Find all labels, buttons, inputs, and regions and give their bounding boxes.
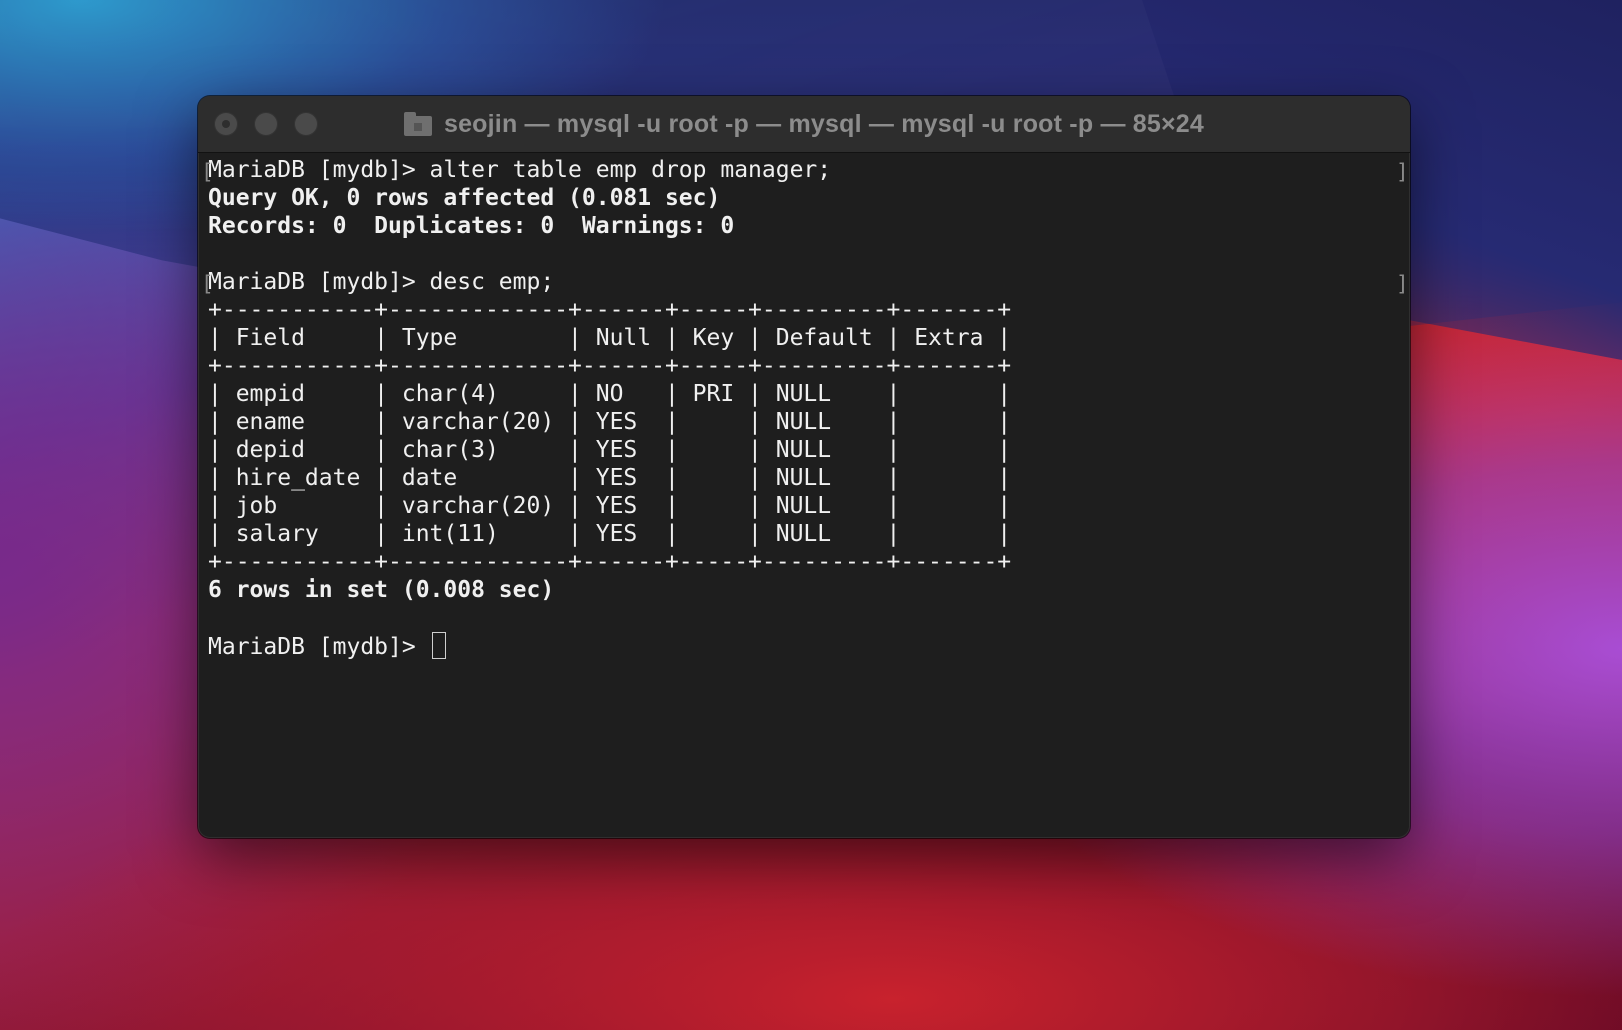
table-border-bottom: +-----------+-------------+------+-----+… xyxy=(208,549,1012,575)
table-row: | hire_date | date | YES | | NULL | | xyxy=(208,465,1012,491)
table-row: | job | varchar(20) | YES | | NULL | | xyxy=(208,493,1012,519)
table-header-row: | Field | Type | Null | Key | Default | … xyxy=(208,325,1012,351)
prompt-text: MariaDB [mydb]> xyxy=(208,634,430,660)
terminal-window[interactable]: seojin — mysql -u root -p — mysql — mysq… xyxy=(198,96,1410,838)
table-row: | ename | varchar(20) | YES | | NULL | | xyxy=(208,409,1012,435)
terminal-prompt-line[interactable]: MariaDB [mydb]> xyxy=(208,632,1410,660)
mark-right-icon: ] xyxy=(1396,272,1409,296)
terminal-line-query-ok: Query OK, 0 rows affected (0.081 sec) xyxy=(208,185,721,211)
home-folder-icon xyxy=(403,112,432,136)
table-row: | depid | char(3) | YES | | NULL | | xyxy=(208,437,1012,463)
mark-right-icon: ] xyxy=(1396,160,1409,184)
table-row: | salary | int(11) | YES | | NULL | | xyxy=(208,521,1012,547)
mark-left-icon: [ xyxy=(201,160,214,184)
terminal-content[interactable]: [MariaDB [mydb]> alter table emp drop ma… xyxy=(198,153,1410,660)
terminal-line-records: Records: 0 Duplicates: 0 Warnings: 0 xyxy=(208,213,735,239)
title-bar[interactable]: seojin — mysql -u root -p — mysql — mysq… xyxy=(198,96,1410,153)
text-cursor xyxy=(431,632,446,659)
terminal-line-command-desc: [MariaDB [mydb]> desc emp;] xyxy=(201,268,1410,296)
command-alter-text: MariaDB [mydb]> alter table emp drop man… xyxy=(208,157,832,183)
terminal-line-command-alter: [MariaDB [mydb]> alter table emp drop ma… xyxy=(201,156,1410,184)
window-title: seojin — mysql -u root -p — mysql — mysq… xyxy=(198,96,1410,152)
table-border-top: +-----------+-------------+------+-----+… xyxy=(208,297,1012,323)
terminal-line-rows-in-set: 6 rows in set (0.008 sec) xyxy=(208,577,555,603)
table-border-mid: +-----------+-------------+------+-----+… xyxy=(208,353,1012,379)
command-desc-text: MariaDB [mydb]> desc emp; xyxy=(208,269,555,295)
mark-left-icon: [ xyxy=(201,272,214,296)
table-row: | empid | char(4) | NO | PRI | NULL | | xyxy=(208,381,1012,407)
window-title-text: seojin — mysql -u root -p — mysql — mysq… xyxy=(443,109,1205,138)
